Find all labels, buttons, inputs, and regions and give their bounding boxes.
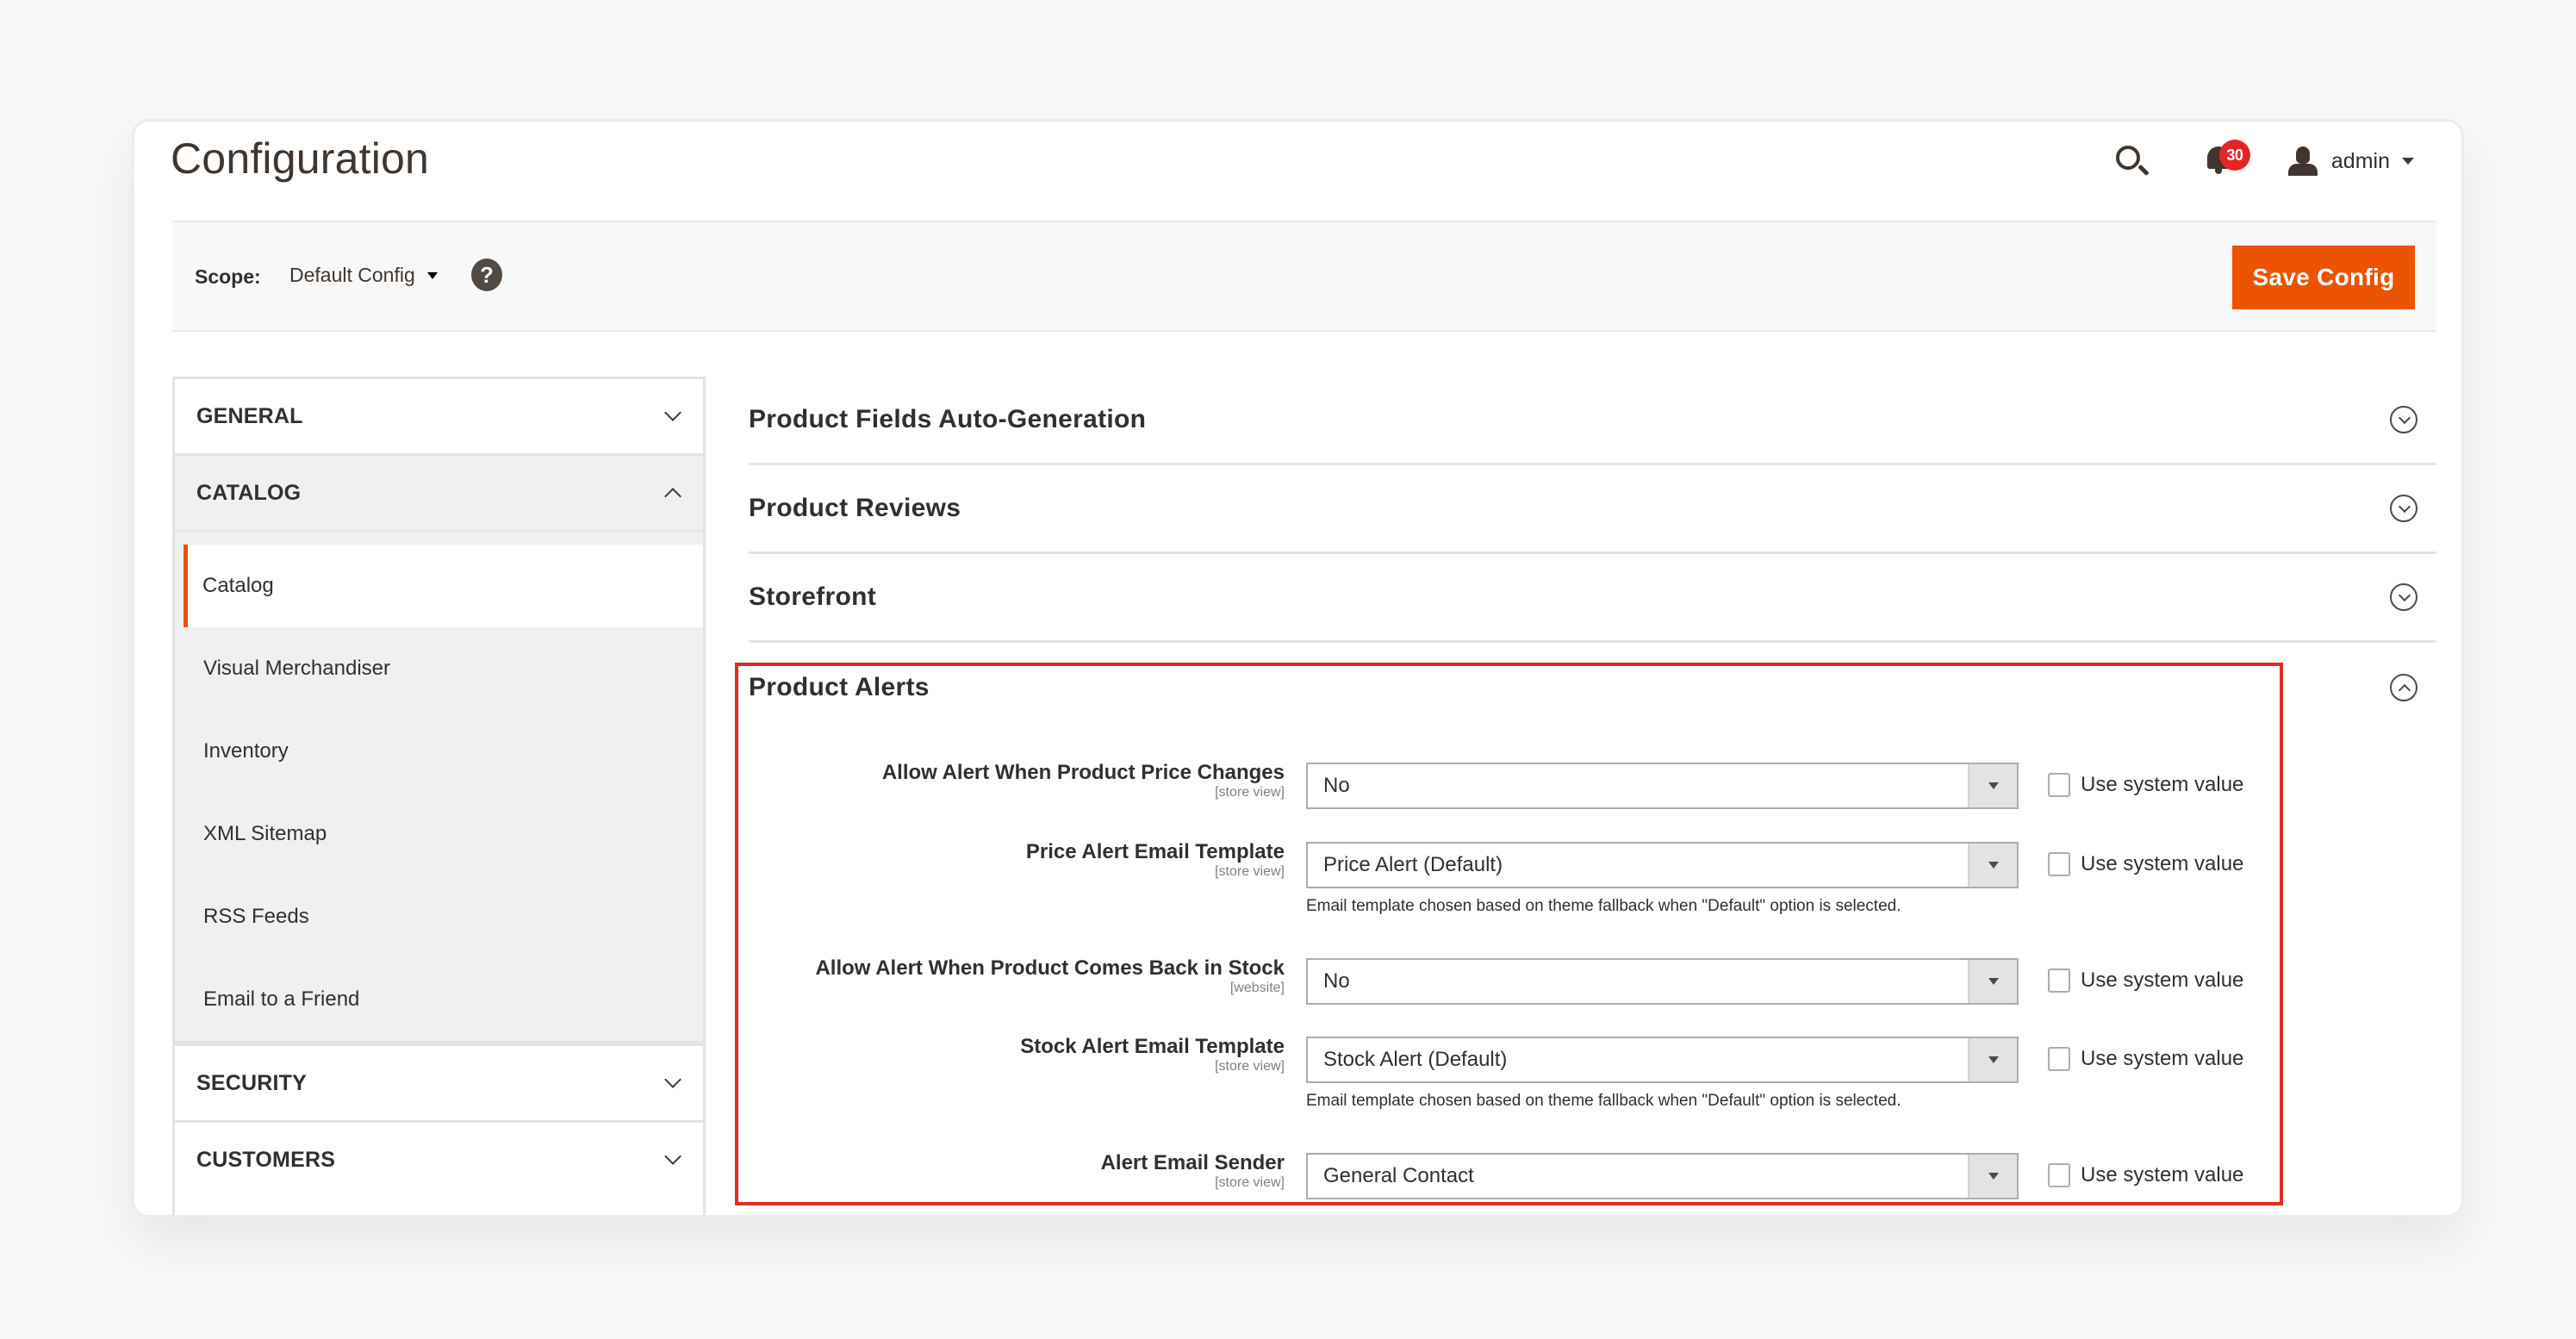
sidebar-group-customers[interactable]: CUSTOMERS <box>175 1120 703 1197</box>
dropdown-arrow-icon <box>1968 764 2017 807</box>
checkbox-label: Use system value <box>2081 968 2244 992</box>
checkbox[interactable] <box>2048 852 2070 876</box>
use-system-value-checkbox[interactable]: Use system value <box>2048 773 2243 797</box>
field-scope: [website] <box>1229 981 1285 995</box>
checkbox-label: Use system value <box>2081 773 2244 796</box>
checkbox[interactable] <box>2048 1163 2070 1187</box>
checkbox-label: Use system value <box>2081 1047 2244 1070</box>
chevron-down-icon <box>664 404 681 421</box>
help-icon[interactable]: ? <box>471 258 502 291</box>
field-note: Email template chosen based on theme fal… <box>1306 1092 1901 1110</box>
caret-down-icon <box>2402 158 2414 165</box>
stock-alert-template-select[interactable]: Stock Alert (Default) <box>1306 1037 2019 1083</box>
admin-window: Configuration 30 admin Scope: Default Co… <box>132 119 2464 1218</box>
section-title: Storefront <box>749 582 876 611</box>
notifications-badge: 30 <box>2218 140 2250 171</box>
sidebar-catalog-items: Catalog Visual Merchandiser Inventory XM… <box>175 532 703 1043</box>
field-label: Allow Alert When Product Price Changes <box>881 761 1285 784</box>
sidebar-item-visual-merchandiser[interactable]: Visual Merchandiser <box>175 627 703 710</box>
checkbox[interactable] <box>2048 968 2070 993</box>
select-value: No <box>1323 774 1350 797</box>
use-system-value-checkbox[interactable]: Use system value <box>2048 1047 2243 1071</box>
checkbox[interactable] <box>2048 773 2070 797</box>
sidebar-item-email-to-a-friend[interactable]: Email to a Friend <box>175 958 703 1041</box>
field-label: Stock Alert Email Template <box>1020 1035 1285 1058</box>
section-product-fields-auto-generation[interactable]: Product Fields Auto-Generation <box>749 377 2436 465</box>
field-scope: [store view] <box>1215 785 1285 800</box>
search-button[interactable] <box>2112 142 2150 180</box>
section-product-alerts[interactable]: Product Alerts <box>749 643 2436 732</box>
select-value: Stock Alert (Default) <box>1323 1048 1508 1071</box>
sidebar-group-security[interactable]: SECURITY <box>175 1043 703 1120</box>
scope-value: Default Config <box>289 264 415 286</box>
checkbox-label: Use system value <box>2081 1163 2244 1186</box>
allow-stock-alert-select[interactable]: No <box>1306 958 2019 1005</box>
field-scope: [store view] <box>1215 1175 1285 1190</box>
config-main: Product Fields Auto-Generation Product R… <box>749 377 2436 1199</box>
select-value: Price Alert (Default) <box>1323 853 1503 876</box>
field-scope: [store view] <box>1215 1059 1285 1074</box>
dropdown-arrow-icon <box>1968 1155 2017 1198</box>
sidebar-item-inventory[interactable]: Inventory <box>175 710 703 793</box>
field-note: Email template chosen based on theme fal… <box>1306 897 1901 915</box>
chevron-down-icon <box>664 1071 681 1088</box>
user-menu[interactable]: admin <box>2287 146 2414 176</box>
alert-email-sender-select[interactable]: General Contact <box>1306 1153 2019 1199</box>
sidebar-group-general[interactable]: GENERAL <box>175 377 703 453</box>
expand-icon <box>2390 495 2417 522</box>
chevron-down-icon <box>664 1148 681 1165</box>
notifications-button[interactable]: 30 <box>2202 140 2262 183</box>
user-name: admin <box>2330 148 2390 173</box>
section-storefront[interactable]: Storefront <box>749 554 2436 643</box>
expand-icon <box>2390 583 2417 611</box>
dropdown-arrow-icon <box>1968 844 2017 887</box>
price-alert-template-select[interactable]: Price Alert (Default) <box>1306 842 2019 888</box>
field-label: Price Alert Email Template <box>1025 840 1285 863</box>
user-icon <box>2287 146 2318 176</box>
field-label: Allow Alert When Product Comes Back in S… <box>815 956 1285 980</box>
save-config-button[interactable]: Save Config <box>2232 246 2415 309</box>
allow-price-alert-select[interactable]: No <box>1306 763 2019 809</box>
field-row-alert-email-sender: Alert Email Sender [store view] General … <box>749 1151 2436 1199</box>
product-alerts-highlight-box <box>735 663 2283 1205</box>
use-system-value-checkbox[interactable]: Use system value <box>2048 968 2243 993</box>
sidebar-group-label: SECURITY <box>196 1070 308 1095</box>
checkbox-label: Use system value <box>2081 852 2244 875</box>
sidebar-item-xml-sitemap[interactable]: XML Sitemap <box>175 793 703 875</box>
field-row-allow-price-alert: Allow Alert When Product Price Changes [… <box>749 761 2436 809</box>
dropdown-arrow-icon <box>1968 1038 2017 1081</box>
sidebar-group-label: CATALOG <box>196 480 302 505</box>
field-row-price-alert-template: Price Alert Email Template [store view] … <box>749 840 2436 915</box>
sidebar-group-label: GENERAL <box>196 403 303 428</box>
sidebar-item-catalog[interactable]: Catalog <box>184 545 703 627</box>
use-system-value-checkbox[interactable]: Use system value <box>2048 1163 2243 1187</box>
section-title: Product Alerts <box>749 672 930 701</box>
section-product-reviews[interactable]: Product Reviews <box>749 465 2436 554</box>
scope-switcher[interactable]: Default Config <box>289 264 438 287</box>
header-actions: 30 admin <box>2112 135 2414 187</box>
section-title: Product Reviews <box>749 494 961 522</box>
scope-label: Scope: <box>195 265 261 288</box>
checkbox[interactable] <box>2048 1047 2070 1071</box>
page-title: Configuration <box>171 134 430 183</box>
section-title: Product Fields Auto-Generation <box>749 405 1147 433</box>
field-scope: [store view] <box>1215 864 1285 879</box>
expand-icon <box>2390 406 2417 433</box>
field-label: Alert Email Sender <box>1100 1151 1285 1174</box>
sidebar-group-catalog[interactable]: CATALOG <box>175 453 703 532</box>
chevron-up-icon <box>664 488 681 505</box>
collapse-icon <box>2390 673 2417 701</box>
scope-bar: Scope: Default Config ? Save Config <box>172 221 2436 332</box>
select-value: No <box>1323 969 1350 993</box>
config-sidebar: GENERAL CATALOG Catalog Visual Merchandi… <box>172 377 706 1215</box>
select-value: General Contact <box>1323 1164 1474 1187</box>
sidebar-item-rss-feeds[interactable]: RSS Feeds <box>175 875 703 958</box>
caret-down-icon <box>426 271 438 279</box>
sidebar-group-label: CUSTOMERS <box>196 1147 336 1172</box>
use-system-value-checkbox[interactable]: Use system value <box>2048 852 2243 876</box>
dropdown-arrow-icon <box>1968 960 2017 1003</box>
field-row-allow-stock-alert: Allow Alert When Product Comes Back in S… <box>749 956 2436 1005</box>
field-row-stock-alert-template: Stock Alert Email Template [store view] … <box>749 1035 2436 1110</box>
